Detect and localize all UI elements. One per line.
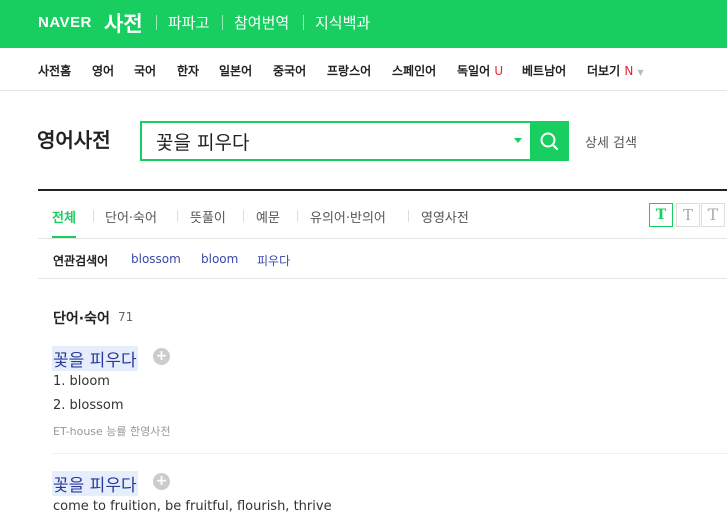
entry-word[interactable]: 꽃을 피우다 — [52, 346, 138, 371]
lang-english[interactable]: 영어 — [92, 62, 114, 79]
font-size-large-button[interactable]: T — [701, 203, 725, 227]
entry-meaning: come to fruition, be fruitful, flourish,… — [53, 499, 332, 514]
search-box — [140, 121, 532, 161]
tab-divider — [93, 210, 94, 222]
search-icon — [540, 132, 559, 151]
tab-english-english[interactable]: 영영사전 — [421, 207, 469, 226]
tab-examples[interactable]: 예문 — [256, 207, 280, 226]
related-divider — [38, 278, 727, 279]
lang-more-label: 더보기 — [587, 64, 621, 78]
naver-logo[interactable]: NAVER — [38, 14, 92, 31]
nav-participation-translation[interactable]: 참여번역 — [234, 12, 289, 33]
dropdown-arrow-icon[interactable] — [514, 138, 522, 143]
tab-all[interactable]: 전체 — [52, 207, 76, 226]
new-badge: N — [624, 64, 634, 78]
tab-divider — [408, 210, 409, 222]
detail-search-link[interactable]: 상세 검색 — [585, 132, 637, 151]
lang-chinese[interactable]: 중국어 — [273, 62, 306, 79]
lang-spanish[interactable]: 스페인어 — [392, 62, 436, 79]
english-dictionary-title: 영어사전 — [37, 128, 111, 152]
tab-bar-border — [38, 238, 727, 239]
add-to-wordbook-icon[interactable]: + — [153, 473, 170, 490]
result-count: 71 — [118, 310, 134, 324]
lang-hanja[interactable]: 한자 — [177, 62, 199, 79]
lang-german-label: 독일어 — [457, 64, 491, 78]
entry-word[interactable]: 꽃을 피우다 — [52, 471, 138, 496]
language-nav: 사전홈 영어 국어 한자 일본어 중국어 프랑스어 스페인어 독일어 U 베트남… — [0, 48, 727, 91]
lang-home[interactable]: 사전홈 — [38, 62, 71, 79]
tab-divider — [177, 210, 178, 222]
tab-synonyms-antonyms[interactable]: 유의어·반의어 — [310, 207, 386, 226]
tab-definitions[interactable]: 뜻풀이 — [190, 207, 226, 226]
lang-vietnamese[interactable]: 베트남어 — [522, 62, 566, 79]
section-divider — [38, 189, 727, 191]
entry-source[interactable]: ET-house 능률 한영사전 — [53, 423, 171, 439]
lang-japanese[interactable]: 일본어 — [219, 62, 252, 79]
entry-divider — [53, 453, 727, 454]
font-size-medium-button[interactable]: T — [676, 203, 700, 227]
nav-divider — [156, 15, 157, 30]
dictionary-service-title[interactable]: 사전 — [104, 8, 143, 38]
search-button[interactable] — [530, 121, 569, 161]
top-header: NAVER 사전 파파고 참여번역 지식백과 — [0, 0, 727, 48]
lang-german[interactable]: 독일어 U — [457, 62, 503, 79]
add-to-wordbook-icon[interactable]: + — [153, 348, 170, 365]
nav-divider — [222, 15, 223, 30]
lang-more[interactable]: 더보기 N ▼ — [587, 62, 644, 79]
lang-french[interactable]: 프랑스어 — [327, 62, 371, 79]
font-size-small-button[interactable]: T — [649, 203, 673, 227]
entry-meaning: 1. bloom — [53, 374, 110, 389]
lang-korean[interactable]: 국어 — [134, 62, 156, 79]
entry-meaning: 2. blossom — [53, 398, 124, 413]
caret-down-icon: ▼ — [637, 68, 644, 77]
related-term-piuda[interactable]: 피우다 — [257, 252, 290, 269]
tab-divider — [297, 210, 298, 222]
update-badge: U — [494, 64, 504, 78]
related-searches-label: 연관검색어 — [53, 254, 109, 268]
nav-divider — [303, 15, 304, 30]
related-term-blossom[interactable]: blossom — [131, 252, 181, 266]
related-term-bloom[interactable]: bloom — [201, 252, 238, 266]
search-input[interactable] — [142, 123, 516, 159]
nav-papago[interactable]: 파파고 — [168, 12, 209, 33]
nav-encyclopedia[interactable]: 지식백과 — [315, 12, 370, 33]
tab-divider — [243, 210, 244, 222]
section-title: 단어·숙어 — [53, 311, 110, 327]
tab-words-idioms[interactable]: 단어·숙어 — [105, 207, 157, 226]
